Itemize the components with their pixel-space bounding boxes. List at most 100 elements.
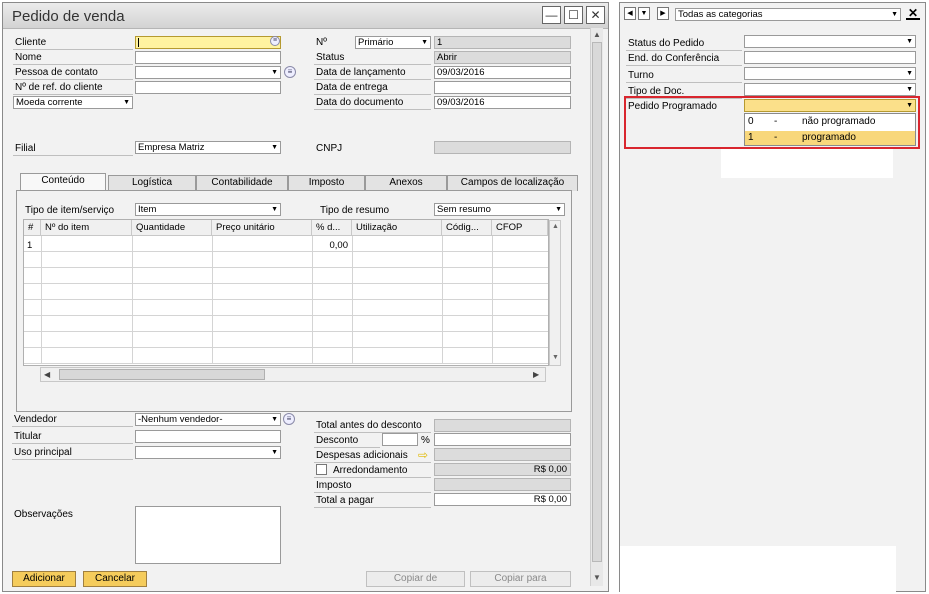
despesas-label: Despesas adicionais: [316, 450, 408, 461]
grid-vertical-scrollbar[interactable]: ▲ ▼: [549, 220, 561, 366]
grid-cell-border: [212, 268, 213, 284]
turno-label: Turno: [628, 70, 654, 81]
filial-label: Filial: [15, 143, 36, 154]
tipo-resumo-dropdown[interactable]: Sem resumo ▼: [434, 203, 565, 216]
turno-dropdown[interactable]: ▼: [744, 67, 916, 80]
choose-from-list-icon[interactable]: ≡: [270, 36, 280, 46]
scroll-left-icon[interactable]: ◀: [44, 370, 50, 379]
copiar-de-button[interactable]: Copiar de: [366, 571, 465, 587]
grid-cell-border: [41, 316, 42, 332]
category-dropdown[interactable]: Todas as categorias ▼: [675, 8, 901, 21]
minimize-button[interactable]: —: [542, 6, 561, 24]
tab-campos-localizacao[interactable]: Campos de localização: [447, 175, 578, 191]
grid-cell-border: [41, 236, 42, 252]
tab-anexos[interactable]: Anexos: [365, 175, 447, 191]
previous-arrow-icon[interactable]: ◀: [624, 7, 636, 20]
desconto-value-field[interactable]: [434, 433, 571, 446]
scroll-down-icon[interactable]: ▼: [593, 573, 601, 582]
moeda-dropdown[interactable]: Moeda corrente ▼: [13, 96, 133, 109]
uso-principal-dropdown[interactable]: ▼: [135, 446, 281, 459]
grid-cell-border: [442, 252, 443, 268]
series-dropdown[interactable]: Primário ▼: [355, 36, 431, 49]
copiar-para-button[interactable]: Copiar para: [470, 571, 571, 587]
list-icon[interactable]: ≡: [284, 66, 296, 78]
dropdown-shadow: [721, 148, 893, 178]
data-documento-field[interactable]: 09/03/2016: [434, 96, 571, 109]
chevron-down-icon: ▼: [271, 69, 278, 76]
pessoa-contato-dropdown[interactable]: ▼: [135, 66, 281, 79]
table-row[interactable]: [24, 332, 548, 348]
table-row[interactable]: [24, 284, 548, 300]
grid-header-utilizacao[interactable]: Utilização: [352, 220, 442, 236]
grid-body[interactable]: [24, 236, 548, 365]
filial-dropdown[interactable]: Empresa Matriz ▼: [135, 141, 281, 154]
separator: [314, 64, 431, 65]
grid-cell-border: [312, 300, 313, 316]
desconto-percent-field[interactable]: [382, 433, 418, 446]
chevron-down-icon: ▼: [906, 86, 913, 93]
cliente-field[interactable]: [135, 36, 281, 49]
list-icon[interactable]: ≡: [283, 413, 295, 425]
grid-cell-border: [212, 284, 213, 300]
close-panel-icon[interactable]: ✕: [906, 6, 920, 20]
adicionar-button[interactable]: Adicionar: [12, 571, 76, 587]
grid-header-codigo[interactable]: Códig...: [442, 220, 492, 236]
window-titlebar[interactable]: Pedido de venda — ☐ ✕: [3, 3, 608, 29]
grid-discount-cell[interactable]: 0,00: [312, 240, 349, 252]
cancelar-button[interactable]: Cancelar: [83, 571, 147, 587]
tab-imposto[interactable]: Imposto: [288, 175, 365, 191]
scroll-thumb[interactable]: [59, 369, 265, 380]
table-row[interactable]: [24, 348, 548, 364]
end-conferencia-field[interactable]: [744, 51, 916, 64]
table-row[interactable]: [24, 300, 548, 316]
tipo-item-label: Tipo de item/serviço: [25, 205, 115, 216]
scroll-up-icon[interactable]: ▲: [593, 30, 601, 39]
data-lancamento-field[interactable]: 09/03/2016: [434, 66, 571, 79]
tipo-item-dropdown[interactable]: Item ▼: [135, 203, 281, 216]
grid-header-preco-unitario[interactable]: Preço unitário: [212, 220, 312, 236]
grid-header-cfop[interactable]: CFOP: [492, 220, 548, 236]
window-vertical-scrollbar[interactable]: ▲ ▼: [590, 28, 603, 586]
grid-header-row-number[interactable]: #: [24, 220, 41, 236]
status-pedido-dropdown[interactable]: ▼: [744, 35, 916, 48]
tab-contabilidade[interactable]: Contabilidade: [196, 175, 288, 191]
table-row[interactable]: [24, 268, 548, 284]
table-row[interactable]: [24, 236, 548, 252]
ref-cliente-field[interactable]: [135, 81, 281, 94]
grid-cell-border: [41, 284, 42, 300]
grid-cell-border: [442, 284, 443, 300]
highlight-box: [624, 96, 920, 149]
tab-conteudo[interactable]: Conteúdo: [20, 173, 106, 191]
grid-header-quantidade[interactable]: Quantidade: [132, 220, 212, 236]
scroll-up-icon[interactable]: ▲: [552, 223, 559, 230]
grid-cell-border: [492, 236, 493, 252]
grid-cell-border: [492, 300, 493, 316]
pessoa-contato-label: Pessoa de contato: [15, 67, 98, 78]
maximize-button[interactable]: ☐: [564, 6, 583, 24]
arredondamento-checkbox[interactable]: [316, 464, 327, 475]
observacoes-textarea[interactable]: [135, 506, 281, 564]
table-row[interactable]: [24, 316, 548, 332]
dropdown-arrow-icon[interactable]: ▼: [638, 7, 650, 20]
grid-header-desconto[interactable]: % d...: [312, 220, 352, 236]
grid-header-item-number[interactable]: Nº do item: [41, 220, 132, 236]
next-arrow-icon[interactable]: ▶: [657, 7, 669, 20]
tipo-doc-dropdown[interactable]: ▼: [744, 83, 916, 96]
grid-horizontal-scrollbar[interactable]: ◀ ▶: [40, 367, 546, 382]
close-button[interactable]: ✕: [586, 6, 605, 24]
vendedor-dropdown[interactable]: -Nenhum vendedor- ▼: [135, 413, 281, 426]
scroll-down-icon[interactable]: ▼: [552, 354, 559, 361]
tab-logistica[interactable]: Logística: [108, 175, 196, 191]
grid-cell-border: [312, 332, 313, 348]
grid-cell-border: [312, 316, 313, 332]
table-row[interactable]: [24, 252, 548, 268]
nome-field[interactable]: [135, 51, 281, 64]
data-entrega-field[interactable]: [434, 81, 571, 94]
status-field: Abrir: [434, 51, 571, 64]
scroll-right-icon[interactable]: ▶: [533, 370, 539, 379]
titular-field[interactable]: [135, 430, 281, 443]
grid-cell-border: [212, 316, 213, 332]
scroll-thumb[interactable]: [592, 42, 602, 562]
separator: [314, 94, 431, 95]
link-arrow-icon[interactable]: ⇨: [418, 448, 428, 462]
